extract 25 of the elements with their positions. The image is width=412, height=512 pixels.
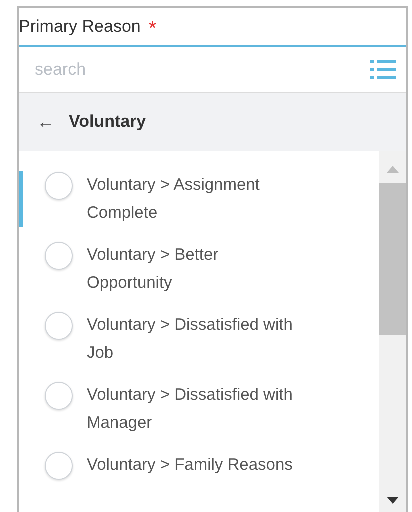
option-label: Voluntary > Dissatisfied with Manager (87, 385, 294, 434)
back-row[interactable]: ← Voluntary (19, 93, 406, 151)
option-label: Voluntary > Family Reasons (87, 455, 294, 476)
option-label: Voluntary > Assignment Complete (87, 175, 261, 224)
list-icon[interactable] (370, 58, 396, 80)
required-mark: * (148, 18, 157, 38)
option-label: Voluntary > Dissatisfied with Job (87, 315, 294, 364)
option-label: Voluntary > Better Opportunity (87, 245, 220, 294)
field-label: Primary Reason (19, 16, 141, 36)
radio-button[interactable] (45, 452, 73, 480)
scrollbar[interactable] (379, 151, 406, 512)
option-item[interactable]: Voluntary > Family Reasons (19, 451, 379, 480)
option-item[interactable]: Voluntary > Dissatisfied with Manager (19, 381, 379, 437)
back-arrow[interactable]: ← (37, 112, 55, 132)
scroll-up-icon[interactable] (386, 165, 398, 173)
search-field[interactable]: search (33, 58, 370, 80)
category-title: Voluntary (69, 112, 146, 132)
radio-button[interactable] (45, 312, 73, 340)
scroll-thumb[interactable] (379, 183, 406, 335)
option-item[interactable]: Voluntary > Better Opportunity (19, 241, 379, 297)
radio-button[interactable] (45, 242, 73, 270)
option-item[interactable]: Voluntary > Dissatisfied with Job (19, 311, 379, 367)
radio-button[interactable] (45, 172, 73, 200)
radio-button[interactable] (45, 382, 73, 410)
scroll-down-icon[interactable] (386, 497, 398, 505)
